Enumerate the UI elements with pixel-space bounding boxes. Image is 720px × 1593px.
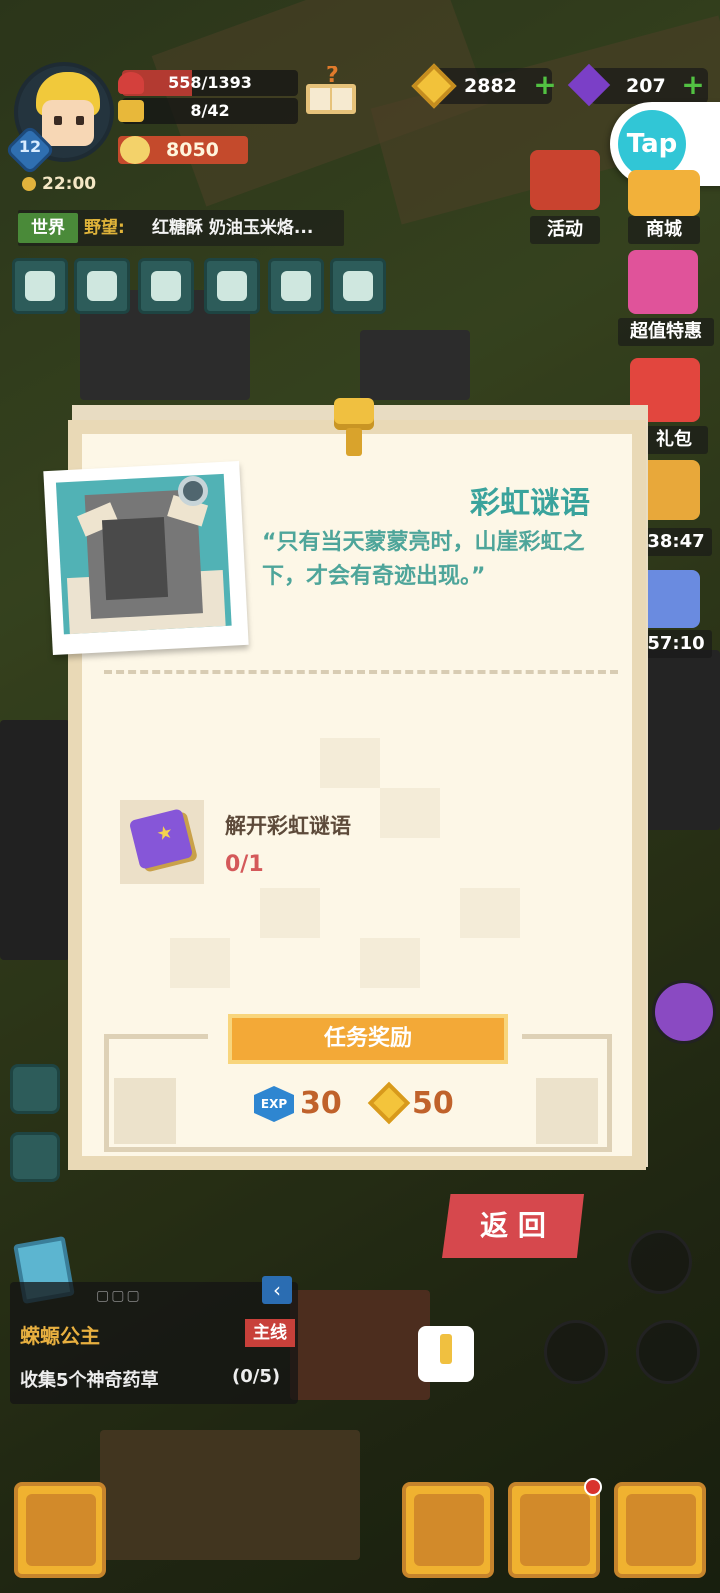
pets-icon bbox=[520, 1494, 590, 1566]
hp-bar: 558/1393 bbox=[122, 70, 298, 96]
collect-button[interactable] bbox=[544, 1320, 608, 1384]
goat-face bbox=[101, 517, 169, 601]
reward-frame-edge bbox=[522, 1034, 612, 1039]
paper-pattern bbox=[380, 788, 440, 838]
reward-frame-edge bbox=[104, 1034, 208, 1039]
quest-page-dots: ▢▢▢ bbox=[96, 1288, 142, 1304]
add-gem-button[interactable]: + bbox=[680, 71, 706, 99]
notice-button[interactable] bbox=[330, 258, 386, 314]
home-button[interactable] bbox=[10, 1064, 60, 1114]
notice-board-icon bbox=[343, 271, 373, 301]
riddle-title: 彩虹谜语 bbox=[470, 486, 590, 521]
gift-pack-label[interactable]: 礼包 bbox=[640, 426, 708, 454]
task-name: 解开彩虹谜语 bbox=[225, 814, 351, 838]
notification-dot bbox=[584, 1478, 602, 1496]
taptap-logo: Tap bbox=[618, 110, 686, 178]
pets-button[interactable] bbox=[508, 1482, 600, 1578]
shop-icon[interactable] bbox=[628, 170, 700, 216]
deals-label[interactable]: 超值特惠 bbox=[618, 318, 714, 346]
avatar-face bbox=[42, 100, 94, 146]
quest-count: (0/5) bbox=[232, 1366, 281, 1387]
backpack-icon bbox=[626, 1494, 696, 1566]
marker-exclamation-icon bbox=[440, 1334, 452, 1364]
energy-bolt-icon bbox=[118, 100, 144, 122]
event-timer: 38:47 bbox=[640, 528, 712, 556]
avatar-eye bbox=[54, 116, 62, 125]
quest-book-icon[interactable]: ? bbox=[300, 66, 362, 118]
chat-bubble-icon bbox=[217, 271, 247, 301]
add-gold-button[interactable]: + bbox=[532, 71, 558, 99]
location-button[interactable] bbox=[10, 1132, 60, 1182]
divider bbox=[104, 670, 618, 674]
photo-clip-icon bbox=[178, 476, 208, 506]
chat-button[interactable] bbox=[204, 258, 260, 314]
exp-reward-value: 30 bbox=[300, 1086, 342, 1121]
mail-button[interactable] bbox=[74, 258, 130, 314]
svg-text:?: ? bbox=[326, 66, 339, 88]
friends-icon bbox=[151, 271, 181, 301]
character-icon bbox=[414, 1494, 484, 1566]
reward-banner: 任务奖励 bbox=[228, 1014, 508, 1064]
pushpin-head bbox=[334, 398, 374, 430]
paper-pattern bbox=[114, 1078, 176, 1144]
player-level: 12 bbox=[18, 137, 42, 156]
friends-button[interactable] bbox=[138, 258, 194, 314]
paper-pattern bbox=[460, 888, 520, 938]
deals-gift-icon[interactable] bbox=[628, 250, 698, 314]
quest-description: 收集5个神奇药草 bbox=[20, 1370, 159, 1391]
map-button[interactable] bbox=[268, 258, 324, 314]
quest-collapse-button[interactable]: ‹ bbox=[262, 1276, 292, 1304]
paper-pattern bbox=[536, 1078, 598, 1144]
energy-timer: 22:00 bbox=[22, 174, 96, 194]
limited-timer: 57:10 bbox=[640, 630, 712, 658]
paper-pattern bbox=[320, 738, 380, 788]
activity-star-icon[interactable] bbox=[530, 150, 600, 210]
gold-amount: 2882 bbox=[464, 75, 517, 97]
map-icon bbox=[281, 271, 311, 301]
pushpin-stem bbox=[346, 428, 362, 456]
star-icon: ★ bbox=[154, 821, 176, 846]
build-hammer-button[interactable] bbox=[14, 1482, 106, 1578]
gold-reward-value: 50 bbox=[412, 1086, 454, 1121]
power-bulb-icon bbox=[120, 136, 150, 164]
world-chat-bar[interactable]: 世界 野望: 红糖酥 奶油玉米烙... bbox=[18, 210, 344, 246]
energy-text: 8/42 bbox=[190, 101, 230, 120]
chat-sender: 野望: bbox=[84, 218, 125, 238]
activity-label[interactable]: 活动 bbox=[530, 216, 600, 244]
back-button[interactable]: 返 回 bbox=[442, 1194, 584, 1258]
riddle-quote: “只有当天蒙蒙亮时，山崖彩虹之下，才会有奇迹出现。” bbox=[262, 530, 585, 589]
quest-type-badge: 主线 bbox=[245, 1319, 295, 1347]
timer-text: 22:00 bbox=[42, 174, 97, 194]
pushpin-icon bbox=[334, 398, 374, 460]
lock-button[interactable] bbox=[628, 1230, 692, 1294]
attack-button[interactable] bbox=[636, 1320, 700, 1384]
swap-button[interactable] bbox=[652, 980, 716, 1044]
expand-button[interactable] bbox=[12, 258, 68, 314]
npc-photo bbox=[43, 460, 249, 656]
paper-pattern bbox=[170, 938, 230, 988]
hp-text: 558/1393 bbox=[168, 73, 252, 92]
paper-pattern bbox=[260, 888, 320, 938]
task-progress: 0/1 bbox=[225, 852, 264, 877]
paper-pattern bbox=[360, 938, 420, 988]
expand-icon bbox=[25, 271, 55, 301]
task-item-slot: ★ bbox=[120, 800, 204, 884]
clock-icon bbox=[22, 177, 36, 191]
gem-amount: 207 bbox=[626, 75, 666, 97]
energy-bar: 8/42 bbox=[122, 98, 298, 124]
shop-label[interactable]: 商城 bbox=[628, 216, 700, 244]
heart-icon bbox=[118, 72, 144, 94]
magic-book-icon: ★ bbox=[128, 808, 194, 870]
chat-message: 红糖酥 奶油玉米烙... bbox=[152, 218, 314, 238]
character-button[interactable] bbox=[402, 1482, 494, 1578]
avatar-eye bbox=[76, 116, 84, 125]
mail-icon bbox=[87, 271, 117, 301]
backpack-button[interactable] bbox=[614, 1482, 706, 1578]
hammer-icon bbox=[26, 1494, 96, 1566]
chat-channel-tag: 世界 bbox=[18, 213, 78, 243]
quest-title: 蝾螈公主 bbox=[20, 1324, 100, 1348]
